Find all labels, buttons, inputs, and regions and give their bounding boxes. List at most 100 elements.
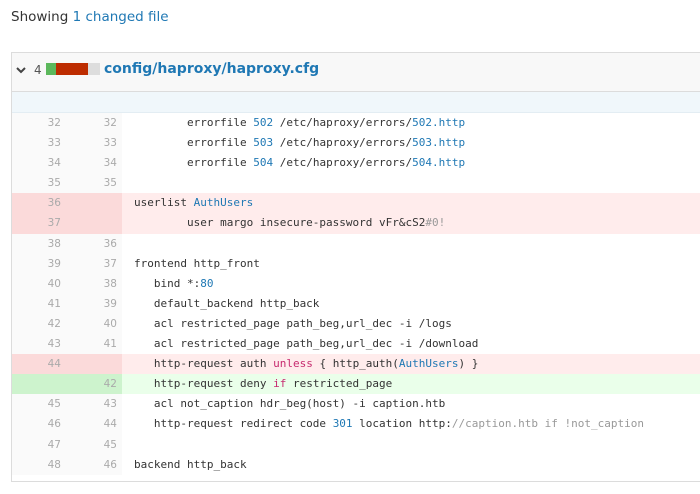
old-line-number[interactable] — [12, 374, 66, 394]
code-token: ) } — [458, 357, 479, 371]
new-line-number[interactable]: 35 — [66, 173, 122, 193]
code-token: restricted_page — [286, 377, 393, 391]
line-number-gutter: 41 39 — [12, 293, 122, 314]
new-line-number[interactable]: 41 — [66, 334, 122, 354]
new-line-number[interactable]: 42 — [66, 374, 122, 394]
new-line-number[interactable] — [66, 193, 122, 213]
old-line-number[interactable]: 45 — [12, 394, 66, 414]
line-number-gutter: 46 44 — [12, 414, 122, 435]
line-number-gutter: 35 35 — [12, 173, 122, 194]
diff-line-removed: 44 http-request auth unless { http_auth(… — [12, 354, 700, 375]
line-number-gutter: 33 33 — [12, 133, 122, 154]
old-line-number[interactable]: 32 — [12, 113, 66, 133]
code-token: 504 — [253, 156, 274, 170]
code-token: 503 — [253, 136, 274, 150]
new-line-number[interactable]: 40 — [66, 314, 122, 334]
code-token: backend http_back — [134, 457, 247, 471]
new-line-number[interactable] — [66, 213, 122, 233]
line-number-gutter: 48 46 — [12, 454, 122, 475]
code-line: frontend http_front — [122, 254, 700, 274]
summary-prefix: Showing — [11, 9, 73, 25]
line-number-gutter: 36 — [12, 193, 122, 214]
old-line-number[interactable]: 43 — [12, 334, 66, 354]
code-token: http-request redirect code — [134, 417, 333, 431]
new-line-number[interactable]: 37 — [66, 254, 122, 274]
code-token: AuthUsers — [193, 196, 254, 210]
chevron-down-icon[interactable] — [15, 64, 27, 76]
code-token: errorfile — [134, 156, 254, 170]
code-line: acl restricted_page path_beg,url_dec -i … — [122, 314, 700, 334]
new-line-number[interactable] — [66, 354, 122, 374]
code-token: AuthUsers — [398, 357, 459, 371]
diff-line: 48 46 backend http_back — [12, 454, 700, 475]
code-line: http-request deny if restricted_page — [122, 374, 700, 395]
new-line-number[interactable]: 32 — [66, 113, 122, 133]
old-line-number[interactable]: 37 — [12, 213, 66, 233]
old-line-number[interactable]: 48 — [12, 455, 66, 475]
new-line-number[interactable]: 38 — [66, 274, 122, 294]
new-line-number[interactable]: 46 — [66, 455, 122, 475]
diff-line: 47 45 — [12, 434, 700, 455]
old-line-number[interactable]: 33 — [12, 133, 66, 153]
diff-line-removed: 36 userlist AuthUsers — [12, 193, 700, 214]
old-line-number[interactable]: 36 — [12, 193, 66, 213]
line-number-gutter: 37 — [12, 213, 122, 234]
code-token: 80 — [200, 276, 214, 290]
code-line: default_backend http_back — [122, 294, 700, 314]
code-token: 504.http — [412, 156, 466, 170]
new-line-number[interactable]: 39 — [66, 294, 122, 314]
file-diff: 4 config/haproxy/haproxy.cfg 32 32 errorf… — [11, 52, 700, 482]
changed-files-link[interactable]: 1 changed file — [73, 9, 169, 25]
old-line-number[interactable]: 38 — [12, 234, 66, 254]
code-line: errorfile 502 /etc/haproxy/errors/502.ht… — [122, 113, 700, 133]
code-line: acl not_caption hdr_beg(host) -i caption… — [122, 394, 700, 414]
code-token: unless — [273, 357, 313, 371]
diff-line: 33 33 errorfile 503 /etc/haproxy/errors/5… — [12, 133, 700, 154]
old-line-number[interactable]: 41 — [12, 294, 66, 314]
old-line-number[interactable]: 47 — [12, 435, 66, 455]
diffstat-removed — [67, 63, 78, 75]
code-line: errorfile 504 /etc/haproxy/errors/504.ht… — [122, 153, 700, 173]
new-line-number[interactable]: 44 — [66, 414, 122, 434]
code-line: http-request redirect code 301 location … — [122, 414, 700, 434]
code-token: 502.http — [412, 116, 466, 129]
code-token: /etc/haproxy/errors/ — [273, 156, 413, 170]
line-number-gutter: 43 41 — [12, 334, 122, 355]
file-path-link[interactable]: config/haproxy/haproxy.cfg — [104, 61, 319, 77]
code-token: 503.http — [412, 136, 466, 150]
code-token: /etc/haproxy/errors/ — [273, 136, 413, 150]
diff-line: 42 40 acl restricted_page path_beg,url_de… — [12, 313, 700, 335]
new-line-number[interactable]: 33 — [66, 133, 122, 153]
new-line-number[interactable]: 34 — [66, 153, 122, 173]
diff-line: 41 39 default_backend http_back — [12, 293, 700, 314]
diff-line: 38 36 — [12, 233, 700, 254]
new-line-number[interactable]: 43 — [66, 394, 122, 414]
file-header[interactable]: 4 config/haproxy/haproxy.cfg — [12, 53, 700, 92]
old-line-number[interactable]: 42 — [12, 314, 66, 334]
new-line-number[interactable]: 45 — [66, 435, 122, 455]
old-line-number[interactable]: 39 — [12, 254, 66, 274]
change-count: 4 — [34, 63, 42, 77]
diffstat-added — [46, 63, 56, 75]
new-line-number[interactable]: 36 — [66, 234, 122, 254]
old-line-number[interactable]: 44 — [12, 354, 66, 374]
code-token: #0! — [425, 216, 446, 230]
code-token: acl restricted_page path_beg,url_dec -i … — [134, 337, 479, 351]
code-token: { http_auth( — [312, 357, 399, 371]
old-line-number[interactable]: 35 — [12, 173, 66, 193]
code-token: errorfile — [134, 116, 254, 129]
diff-line-added: 42 http-request deny if restricted_page — [12, 374, 700, 395]
code-token: 502 — [253, 116, 274, 129]
old-line-number[interactable]: 34 — [12, 153, 66, 173]
code-line: bind *:80 — [122, 274, 700, 294]
hunk-header[interactable] — [12, 92, 700, 113]
code-token: location http: — [352, 417, 452, 431]
code-line: backend http_back — [122, 455, 700, 475]
code-token: acl restricted_page path_beg,url_dec -i … — [134, 316, 452, 330]
line-number-gutter: 47 45 — [12, 434, 122, 455]
diffstat-neutral — [88, 63, 100, 75]
old-line-number[interactable]: 40 — [12, 274, 66, 294]
old-line-number[interactable]: 46 — [12, 414, 66, 434]
